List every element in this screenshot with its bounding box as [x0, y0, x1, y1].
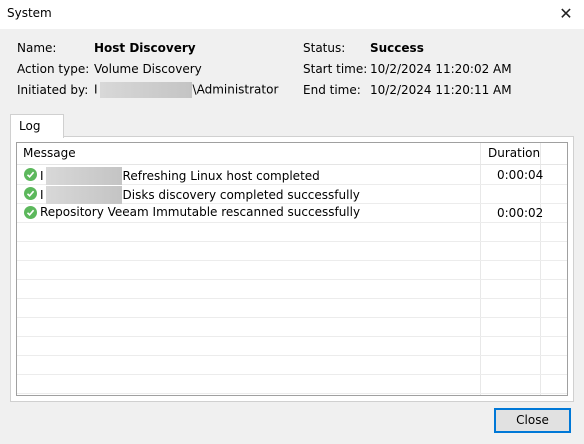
tab-log-label: Log	[19, 119, 41, 133]
name-value: Host Discovery	[94, 41, 196, 55]
start-time-label: Start time:	[303, 62, 368, 76]
column-header-message[interactable]: Message	[23, 146, 76, 160]
empty-row	[17, 298, 567, 318]
title-bar: System ✕	[0, 0, 584, 29]
redacted-block	[99, 82, 192, 98]
empty-row	[17, 279, 567, 299]
log-row[interactable]: I Refreshing Linux host completed 0:00:04	[17, 165, 567, 185]
log-message-prefix: I	[40, 169, 44, 183]
close-button[interactable]: Close	[494, 408, 571, 433]
tab-log[interactable]: Log	[10, 114, 64, 138]
column-header-duration[interactable]: Duration	[488, 146, 540, 160]
success-check-icon	[24, 187, 37, 200]
log-header-row: Message Duration	[17, 143, 567, 165]
empty-row	[17, 222, 567, 242]
end-time-label: End time:	[303, 83, 361, 97]
window-close-icon[interactable]: ✕	[557, 5, 575, 23]
empty-row	[17, 374, 567, 394]
log-duration: 0:00:04	[497, 168, 544, 182]
status-value: Success	[370, 41, 424, 55]
empty-row	[17, 336, 567, 356]
empty-row	[17, 260, 567, 280]
end-time-value: 10/2/2024 11:20:11 AM	[370, 83, 512, 97]
log-message-text: Refreshing Linux host completed	[122, 169, 320, 183]
window-title: System	[7, 6, 52, 20]
log-message-text: Disks discovery completed successfully	[122, 188, 360, 202]
empty-row	[17, 317, 567, 337]
action-type-value: Volume Discovery	[94, 62, 202, 76]
log-panel: Message Duration I Refreshing Linux host …	[10, 136, 574, 402]
log-message: I Refreshing Linux host completed	[40, 167, 320, 185]
redacted-block	[45, 167, 122, 185]
status-label: Status:	[303, 41, 346, 55]
log-message-text: Repository Veeam Immutable rescanned suc…	[40, 205, 361, 219]
success-check-icon	[24, 206, 37, 219]
log-message: Repository Veeam Immutable rescanned suc…	[40, 205, 360, 219]
empty-row	[17, 241, 567, 261]
redacted-block	[45, 186, 122, 204]
log-duration: 0:00:02	[497, 206, 544, 220]
log-message-prefix: I	[40, 188, 44, 202]
success-check-icon	[24, 168, 37, 181]
initiated-by-suffix: \Administrator	[192, 82, 279, 97]
log-grid: Message Duration I Refreshing Linux host …	[16, 142, 568, 396]
start-time-value: 10/2/2024 11:20:02 AM	[370, 62, 512, 76]
name-label: Name:	[17, 41, 57, 55]
initiated-by-label: Initiated by:	[17, 83, 89, 97]
action-type-label: Action type:	[17, 62, 90, 76]
log-message: I Disks discovery completed successfully	[40, 186, 360, 204]
empty-row	[17, 355, 567, 375]
initiated-by-prefix: I	[94, 82, 98, 97]
log-row[interactable]: I Disks discovery completed successfully	[17, 184, 567, 204]
log-row[interactable]: Repository Veeam Immutable rescanned suc…	[17, 203, 567, 223]
initiated-by-value: I \Administrator	[94, 82, 278, 98]
